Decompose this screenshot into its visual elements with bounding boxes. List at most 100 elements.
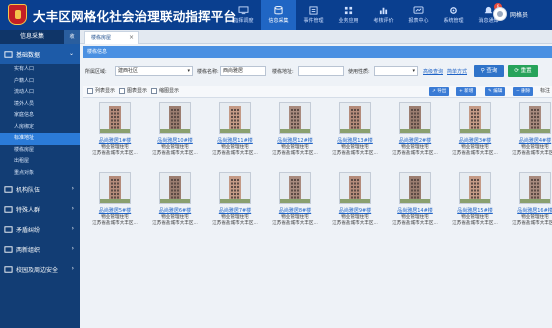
building-name-link[interactable]: 品尚雅居15#楼 — [446, 207, 504, 214]
building-card[interactable]: 品尚雅居15#楼 物业管理住宅 江苏省盐城市大丰区... — [446, 170, 504, 234]
nav-item-5[interactable]: 报表中心 — [401, 0, 436, 30]
building-photo[interactable] — [399, 172, 431, 204]
sidebar-item-0-4[interactable]: 家庭信息 — [0, 110, 80, 122]
sidebar-item-0-0[interactable]: 实有人口 — [0, 64, 80, 76]
building-photo[interactable] — [219, 172, 251, 204]
grid-select[interactable]: 建西社区 ▾ — [115, 66, 193, 76]
building-photo[interactable] — [339, 102, 371, 134]
folder-icon — [4, 185, 13, 194]
building-photo[interactable] — [339, 172, 371, 204]
view-thumb-tab[interactable]: 缩图显示 — [151, 87, 179, 94]
building-name-link[interactable]: 品尚雅居6#楼 — [146, 207, 204, 214]
nav-item-0[interactable]: 指挥调度 — [226, 0, 261, 30]
simple-mode-link[interactable]: 简单方式 — [447, 68, 467, 75]
building-name-link[interactable]: 品尚雅居4#楼 — [506, 137, 552, 144]
folder-icon — [4, 205, 13, 214]
building-card[interactable]: 品尚雅居3#楼 物业管理住宅 江苏省盐城市大丰区... — [446, 100, 504, 164]
building-card[interactable]: 品尚雅居1#楼 物业管理住宅 江苏省盐城市大丰区... — [86, 100, 144, 164]
app-header: 大丰区网格化社会治理联动指挥平台 指挥调度 信息采集 事件管理 业务应用 考核评价 报表中… — [0, 0, 552, 30]
building-name-link[interactable]: 品尚雅居16#楼 — [506, 207, 552, 214]
user-menu[interactable]: 网格员 — [493, 7, 528, 21]
building-photo[interactable] — [519, 172, 551, 204]
building-name-link[interactable]: 品尚雅居11#楼 — [206, 137, 264, 144]
view-chart-tab[interactable]: 图表显示 — [119, 87, 147, 94]
sidebar-item-0-8[interactable]: 出租屋 — [0, 156, 80, 168]
building-card[interactable]: 品尚雅居6#楼 物业管理住宅 江苏省盐城市大丰区... — [146, 170, 204, 234]
building-name-link[interactable]: 品尚雅居3#楼 — [446, 137, 504, 144]
building-card[interactable]: 品尚雅居2#楼 物业管理住宅 江苏省盐城市大丰区... — [386, 100, 444, 164]
delete-button[interactable]: − 删除 — [513, 87, 534, 96]
reset-button[interactable]: ⟳ 重置 — [508, 65, 538, 77]
usage-select[interactable]: ▾ — [374, 66, 418, 76]
building-card[interactable]: 品尚雅居9#楼 物业管理住宅 江苏省盐城市大丰区... — [326, 170, 384, 234]
building-photo[interactable] — [459, 172, 491, 204]
nav-item-2[interactable]: 事件管理 — [296, 0, 331, 30]
building-card[interactable]: 品尚雅居16#楼物业管理住宅江苏省盐城市大丰区... — [506, 170, 552, 234]
building-photo[interactable] — [279, 102, 311, 134]
building-photo[interactable] — [279, 172, 311, 204]
sidebar-item-0-6[interactable]: 标准地址 — [0, 133, 80, 145]
nav-item-6[interactable]: 系统管理 — [436, 0, 471, 30]
name-input[interactable]: 西尚雅居 — [220, 66, 266, 76]
grid-label: 所属区域: — [85, 69, 107, 75]
building-card[interactable]: 品尚雅居5#楼 物业管理住宅 江苏省盐城市大丰区... — [86, 170, 144, 234]
building-card[interactable]: 品尚雅居8#楼 物业管理住宅 江苏省盐城市大丰区... — [266, 170, 324, 234]
query-button[interactable]: ⚲ 查询 — [474, 65, 504, 77]
building-card[interactable]: 品尚雅居4#楼物业管理住宅江苏省盐城市大丰区... — [506, 100, 552, 164]
sidebar-group-5[interactable]: 校园及周边安全 › — [0, 259, 80, 279]
building-name-link[interactable]: 品尚雅居13#楼 — [326, 137, 384, 144]
address-input[interactable] — [298, 66, 344, 76]
sidebar-group-4[interactable]: 两新组织 › — [0, 239, 80, 259]
building-name-link[interactable]: 品尚雅居5#楼 — [86, 207, 144, 214]
nav-item-1[interactable]: 信息采集 — [261, 0, 296, 30]
building-name-link[interactable]: 品尚雅居12#楼 — [266, 137, 324, 144]
building-card[interactable]: 品尚雅居14#楼 物业管理住宅 江苏省盐城市大丰区... — [386, 170, 444, 234]
sidebar-item-0-1[interactable]: 户籍人口 — [0, 76, 80, 88]
sidebar-group-3[interactable]: 矛盾纠纷 › — [0, 219, 80, 239]
building-name-link[interactable]: 品尚雅居9#楼 — [326, 207, 384, 214]
building-card[interactable]: 品尚雅居13#楼 物业管理住宅 江苏省盐城市大丰区... — [326, 100, 384, 164]
building-photo[interactable] — [399, 102, 431, 134]
building-photo[interactable] — [99, 102, 131, 134]
building-name-link[interactable]: 品尚雅居2#楼 — [386, 137, 444, 144]
building-card[interactable]: 品尚雅居12#楼 物业管理住宅 江苏省盐城市大丰区... — [266, 100, 324, 164]
edit-button[interactable]: ✎ 编辑 — [485, 87, 506, 96]
edit-label: 编辑 — [493, 89, 503, 94]
close-icon[interactable]: × — [129, 32, 134, 44]
tab-building[interactable]: 楼栋房屋 × — [84, 31, 139, 44]
building-name-link[interactable]: 品尚雅居8#楼 — [266, 207, 324, 214]
building-photo[interactable] — [459, 102, 491, 134]
building-photo[interactable] — [519, 102, 551, 134]
sidebar-item-0-9[interactable]: 重点对象 — [0, 168, 80, 180]
sidebar-item-0-5[interactable]: 人房绑定 — [0, 122, 80, 134]
building-card[interactable]: 品尚雅居7#楼 物业管理住宅 江苏省盐城市大丰区... — [206, 170, 264, 234]
building-card[interactable]: 品尚雅居11#楼 物业管理住宅 江苏省盐城市大丰区... — [206, 100, 264, 164]
sidebar-item-0-2[interactable]: 流动人口 — [0, 87, 80, 99]
building-photo[interactable] — [159, 102, 191, 134]
mark-tab[interactable]: 标注 — [540, 87, 550, 94]
nav-item-3[interactable]: 业务应用 — [331, 0, 366, 30]
building-name-link[interactable]: 品尚雅居10#楼 — [146, 137, 204, 144]
sidebar-group-2[interactable]: 特殊人群 › — [0, 199, 80, 219]
building-name-link[interactable]: 品尚雅居1#楼 — [86, 137, 144, 144]
building-photo[interactable] — [99, 172, 131, 204]
view-list-tab[interactable]: 列表显示 — [87, 87, 115, 94]
building-card[interactable]: 品尚雅居10#楼 物业管理住宅 江苏省盐城市大丰区... — [146, 100, 204, 164]
building-name-link[interactable]: 品尚雅居14#楼 — [386, 207, 444, 214]
sidebar-group-0[interactable]: 基础数据 ⌄ — [0, 44, 80, 64]
avatar — [493, 7, 507, 21]
add-button[interactable]: + 新增 — [456, 87, 477, 96]
advanced-query-link[interactable]: 高级查询 — [423, 68, 443, 75]
export-button[interactable]: ↗ 导出 — [429, 87, 450, 96]
building-photo[interactable] — [159, 172, 191, 204]
monitor-icon — [238, 6, 249, 15]
sidebar-item-0-3[interactable]: 境外人员 — [0, 99, 80, 111]
nav-item-4[interactable]: 考核评价 — [366, 0, 401, 30]
building-name-link[interactable]: 品尚雅居7#楼 — [206, 207, 264, 214]
sidebar-collapse-button[interactable]: 收 — [64, 30, 80, 44]
sidebar-item-0-7[interactable]: 楼栋房屋 — [0, 145, 80, 157]
sidebar-group-1[interactable]: 机构队伍 › — [0, 179, 80, 199]
building-address: 江苏省盐城市大丰区... — [272, 151, 318, 156]
sidebar: 信息采集 收 基础数据 ⌄ 实有人口 户籍人口 流动人口 境外人员 家庭信息 人房绑定 标准地址… — [0, 30, 80, 328]
building-photo[interactable] — [219, 102, 251, 134]
